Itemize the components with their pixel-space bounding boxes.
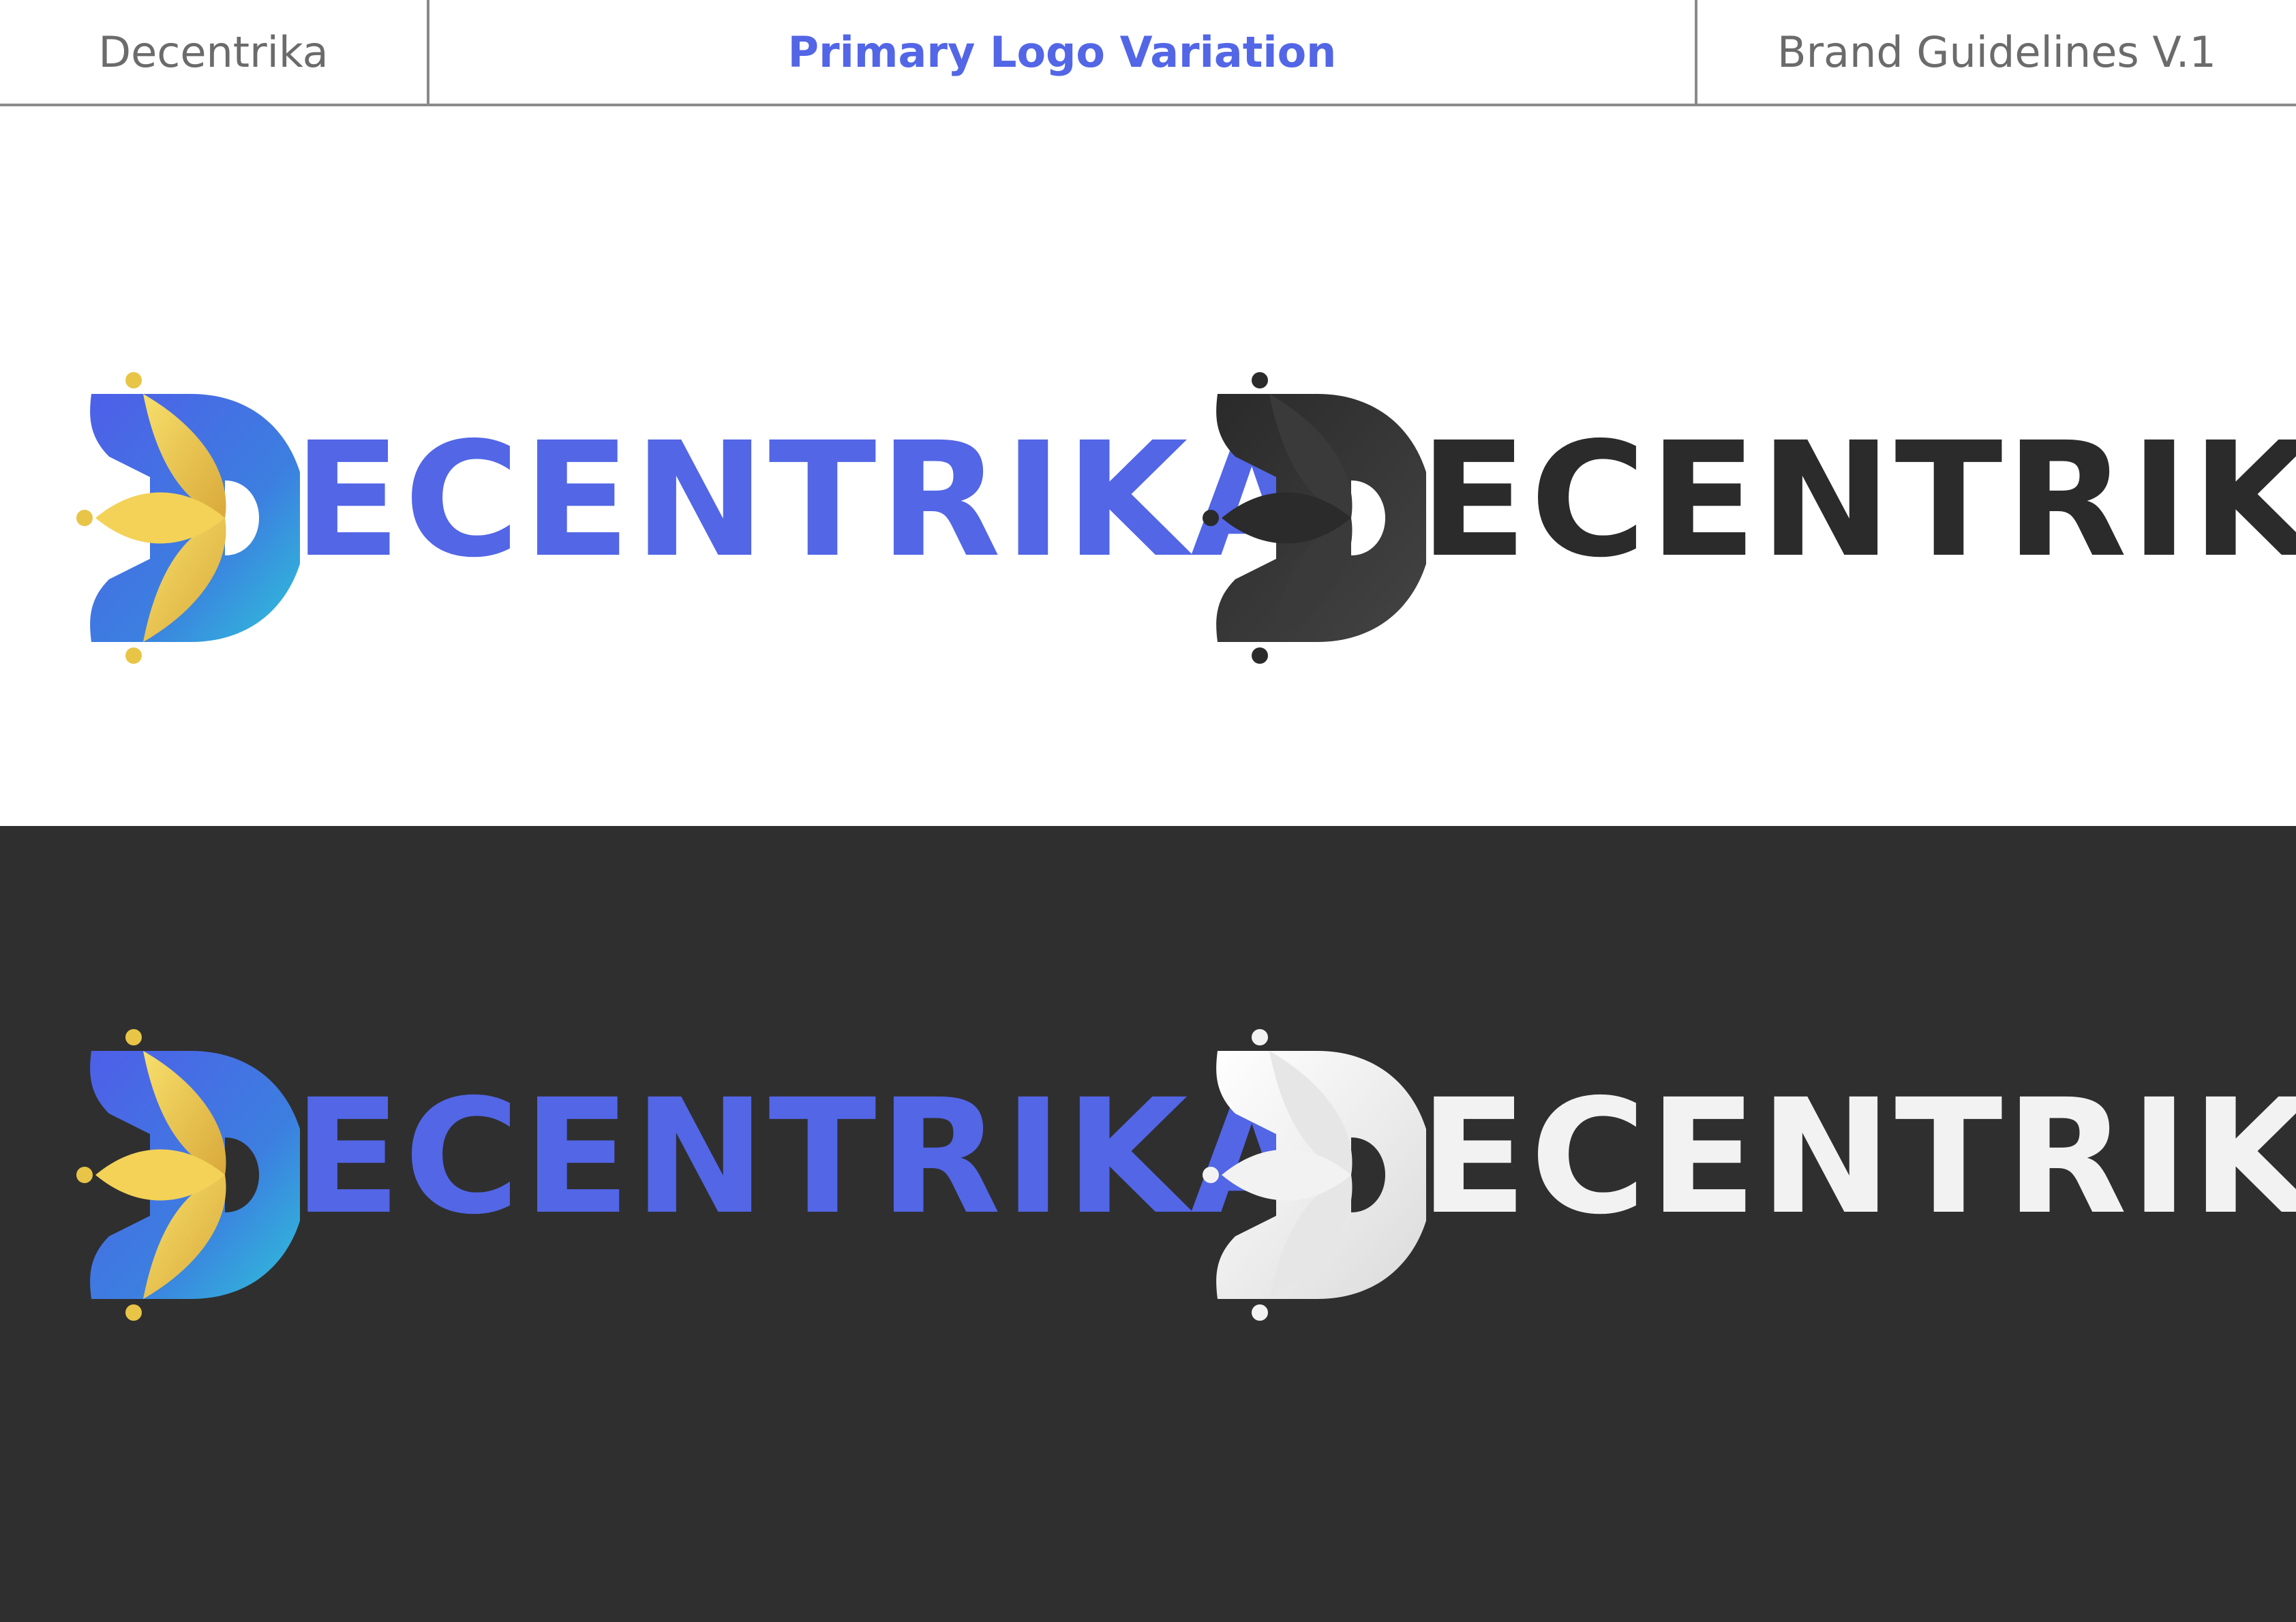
page-title: Primary Logo Variation xyxy=(787,27,1337,77)
logo-wordmark: ECENTRIKA xyxy=(293,408,1316,592)
guidelines-version: Brand Guidelines V.1 xyxy=(1695,0,2296,104)
logo-color-on-light: ECENTRIKA xyxy=(68,361,1313,675)
logo-wordmark: ECENTRIKA xyxy=(1419,1065,2296,1249)
logo-mono-dark-on-light: ECENTRIKA xyxy=(1194,361,2296,675)
logo-mono-white-on-dark: ECENTRIKA xyxy=(1194,1018,2296,1332)
logo-color-on-dark: ECENTRIKA xyxy=(68,1018,1313,1332)
decentrika-d-mark-icon xyxy=(76,1029,300,1321)
brand-name: Decentrika xyxy=(0,0,429,104)
decentrika-d-mark-icon xyxy=(76,372,300,664)
logo-wordmark: ECENTRIKA xyxy=(1419,408,2296,592)
logo-wordmark: ECENTRIKA xyxy=(293,1065,1316,1249)
header-bar: Decentrika Primary Logo Variation Brand … xyxy=(0,0,2296,106)
decentrika-d-mark-icon xyxy=(1203,1029,1426,1321)
decentrika-d-mark-icon xyxy=(1203,372,1426,664)
